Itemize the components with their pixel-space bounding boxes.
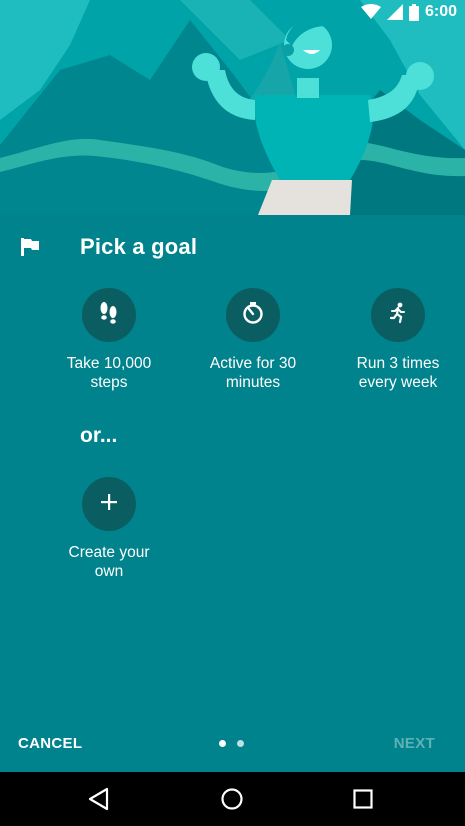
recents-icon[interactable] — [352, 787, 374, 816]
page-indicator — [219, 740, 244, 747]
goal-option-run[interactable]: Run 3 times every week — [323, 288, 465, 392]
wizard-footer: CANCEL NEXT — [0, 728, 465, 760]
timer-icon — [241, 301, 265, 330]
page-dot — [237, 740, 244, 747]
running-icon — [386, 301, 410, 330]
cancel-button[interactable]: CANCEL — [18, 735, 82, 752]
goal-icon-circle — [82, 477, 136, 531]
goal-icon-circle — [82, 288, 136, 342]
goal-label: Run 3 times every week — [356, 355, 440, 391]
battery-icon — [408, 3, 419, 21]
goal-label: Take 10,000 steps — [66, 355, 152, 391]
plus-icon — [99, 492, 119, 517]
page-title: Pick a goal — [80, 234, 198, 259]
wifi-icon — [360, 4, 381, 20]
status-time: 6:00 — [424, 3, 457, 20]
page-dot-active — [219, 740, 226, 747]
or-divider-text: or... — [80, 424, 118, 447]
goal-option-steps[interactable]: Take 10,000 steps — [34, 288, 184, 392]
create-custom-goal-button[interactable]: Create your own — [34, 477, 184, 581]
page-header: Pick a goal — [0, 232, 465, 264]
signal-icon — [386, 4, 403, 20]
next-button[interactable]: NEXT — [394, 735, 435, 752]
home-icon[interactable] — [220, 787, 244, 816]
goal-label: Create your own — [68, 544, 150, 580]
goal-label: Active for 30 minutes — [209, 355, 297, 391]
flag-icon — [20, 237, 40, 262]
system-nav-bar — [0, 772, 465, 826]
goal-option-active-minutes[interactable]: Active for 30 minutes — [178, 288, 328, 392]
back-icon[interactable] — [88, 787, 110, 816]
goal-icon-circle — [226, 288, 280, 342]
status-bar: 6:00 — [0, 0, 465, 24]
goal-icon-circle — [371, 288, 425, 342]
footsteps-icon — [96, 300, 122, 331]
hero-illustration — [0, 0, 465, 215]
